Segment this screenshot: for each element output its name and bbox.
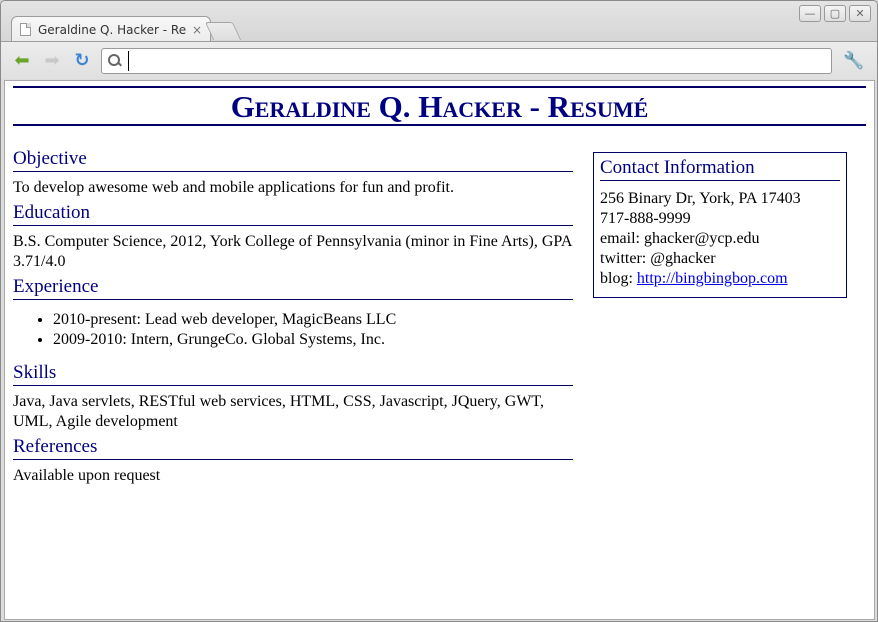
- tab-strip: Geraldine Q. Hacker - Resumé × — ▢ ✕: [1, 1, 877, 42]
- page-icon: [20, 23, 31, 36]
- browser-toolbar: ⬅ ➡ ↻ 🔧: [1, 41, 877, 79]
- tab-title: Geraldine Q. Hacker - Resumé: [38, 22, 186, 37]
- close-window-button[interactable]: ✕: [849, 5, 871, 22]
- experience-list: 2010-present: Lead web developer, MagicB…: [53, 310, 573, 350]
- page-viewport: Geraldine Q. Hacker - Resumé Objective T…: [4, 80, 875, 620]
- maximize-button[interactable]: ▢: [824, 5, 846, 22]
- objective-text: To develop awesome web and mobile applic…: [13, 179, 454, 196]
- contact-address: 256 Binary Dr, York, PA 17403: [600, 190, 801, 207]
- education-heading: Education: [13, 202, 573, 226]
- page-title: Geraldine Q. Hacker - Resumé: [13, 86, 866, 126]
- references-heading: References: [13, 436, 573, 460]
- blog-link[interactable]: http://bingbingbop.com: [637, 270, 788, 287]
- address-input[interactable]: [128, 51, 831, 71]
- contact-phone: 717-888-9999: [600, 210, 691, 227]
- contact-twitter: twitter: @ghacker: [600, 250, 716, 267]
- tab-resume[interactable]: Geraldine Q. Hacker - Resumé ×: [11, 16, 211, 42]
- wrench-icon[interactable]: 🔧: [843, 51, 864, 71]
- experience-list-wrap: 2010-present: Lead web developer, MagicB…: [13, 310, 573, 350]
- contact-blog: blog: http://bingbingbop.com: [600, 269, 840, 289]
- address-bar[interactable]: [101, 48, 832, 74]
- reload-icon[interactable]: ↻: [71, 50, 93, 72]
- skills-heading: Skills: [13, 362, 573, 386]
- back-arrow-icon[interactable]: ⬅: [11, 50, 33, 72]
- search-icon: [108, 54, 122, 68]
- objective-heading: Objective: [13, 148, 573, 172]
- contact-email: email: ghacker@ycp.edu: [600, 230, 760, 247]
- main-column: Objective To develop awesome web and mob…: [13, 148, 573, 490]
- education-text: B.S. Computer Science, 2012, York Colleg…: [13, 233, 572, 270]
- contact-box: Contact Information 256 Binary Dr, York,…: [593, 152, 847, 298]
- window-controls: — ▢ ✕: [799, 5, 871, 22]
- list-item: 2010-present: Lead web developer, MagicB…: [53, 310, 573, 330]
- minimize-button[interactable]: —: [799, 5, 821, 22]
- blog-label: blog:: [600, 270, 637, 287]
- tab-close-icon[interactable]: ×: [192, 23, 202, 37]
- skills-text: Java, Java servlets, RESTful web service…: [13, 393, 544, 430]
- contact-heading: Contact Information: [600, 157, 840, 181]
- list-item: 2009-2010: Intern, GrungeCo. Global Syst…: [53, 330, 573, 350]
- experience-heading: Experience: [13, 276, 573, 300]
- forward-arrow-icon: ➡: [44, 50, 60, 71]
- references-text: Available upon request: [13, 467, 161, 484]
- resume-page: Geraldine Q. Hacker - Resumé Objective T…: [5, 86, 874, 484]
- browser-window: Geraldine Q. Hacker - Resumé × — ▢ ✕ ⬅ ➡…: [0, 0, 878, 622]
